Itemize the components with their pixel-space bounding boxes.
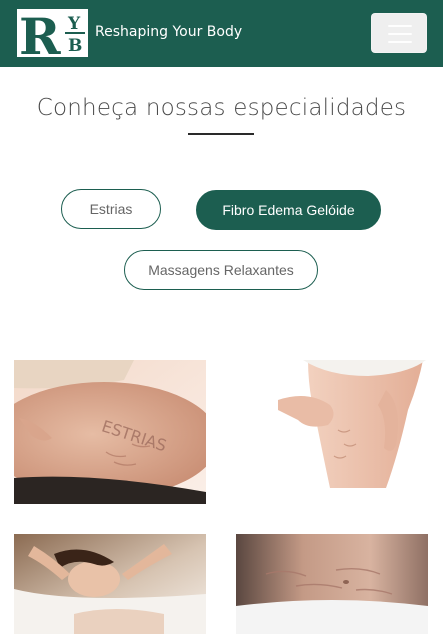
filter-massagens-button[interactable]: Massagens Relaxantes <box>124 250 318 290</box>
gallery-image-pregnant-belly-stretch-marks[interactable]: ESTRIAS <box>14 360 206 504</box>
section-title: Conheça nossas especialidades <box>36 95 407 121</box>
brand-name[interactable]: Reshaping Your Body <box>95 23 242 41</box>
logo-letter-r: R <box>19 9 61 57</box>
navbar: R Y B Reshaping Your Body <box>0 0 443 67</box>
logo-letter-y: Y <box>67 14 81 34</box>
gallery-image-relaxing-massage[interactable] <box>14 534 206 634</box>
logo-letter-b: B <box>68 36 82 56</box>
filter-fibro-edema-button[interactable]: Fibro Edema Gelóide <box>196 190 381 230</box>
hamburger-menu-icon <box>388 25 412 27</box>
brand-logo[interactable]: R Y B <box>17 9 88 57</box>
title-underline <box>188 133 254 135</box>
filter-estrias-button[interactable]: Estrias <box>61 189 161 229</box>
gallery-image-thigh-cellulite[interactable] <box>268 360 428 488</box>
gallery-image-belly-stretch-marks[interactable] <box>236 534 428 634</box>
menu-toggle-button[interactable] <box>371 13 427 53</box>
